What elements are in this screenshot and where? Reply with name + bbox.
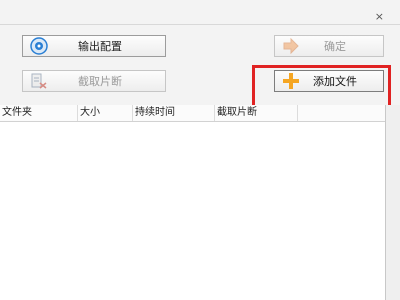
column-header-size[interactable]: 大小 [78,105,133,121]
output-settings-button[interactable]: 输出配置 [22,35,166,57]
title-divider [0,24,400,25]
close-icon[interactable]: × [375,10,384,24]
column-header-extra[interactable] [298,105,386,121]
scrollbar-track[interactable] [386,105,400,300]
confirm-label: 确定 [324,40,346,53]
confirm-button[interactable]: 确定 [274,35,384,57]
output-settings-label: 输出配置 [78,40,122,53]
column-header-clip[interactable]: 截取片断 [215,105,298,121]
file-table[interactable]: 文件夹 大小 持续时间 截取片断 [0,105,386,300]
clip-button[interactable]: 截取片断 [22,70,166,92]
column-header-duration[interactable]: 持续时间 [133,105,215,121]
clip-icon [29,71,49,91]
highlight-box [252,65,391,110]
clip-label: 截取片断 [78,75,122,88]
table-header: 文件夹 大小 持续时间 截取片断 [0,105,385,122]
column-header-folder[interactable]: 文件夹 [0,105,78,121]
arrow-right-icon [281,36,301,56]
disc-icon [29,36,49,56]
